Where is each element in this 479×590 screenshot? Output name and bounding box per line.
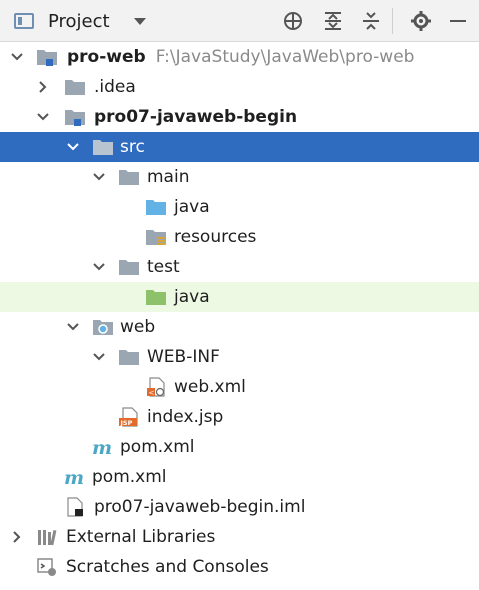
jsp-file-icon: JSP (119, 407, 138, 427)
chevron-right-icon[interactable] (10, 530, 24, 544)
view-title: Project (48, 10, 110, 32)
project-tool-window: Project pro-web F:\JavaStudy\JavaWeb\pro-… (0, 0, 479, 590)
svg-text:<: < (149, 389, 155, 397)
web-folder-icon (93, 320, 113, 335)
tree-item-label: java (174, 287, 210, 307)
hide-icon[interactable] (447, 10, 469, 32)
tree-item-label: web.xml (174, 377, 246, 397)
tree-item-test[interactable]: test (0, 252, 479, 282)
tree-item-label: src (120, 137, 145, 157)
project-view-icon (14, 13, 34, 29)
module-folder-icon (65, 110, 85, 126)
tree-item-root-pom[interactable]: m pom.xml (0, 462, 479, 492)
chevron-down-icon[interactable] (66, 140, 80, 154)
chevron-down-icon[interactable] (36, 110, 50, 124)
scratches-icon (37, 558, 56, 576)
tree-item-scratches[interactable]: Scratches and Consoles (0, 552, 479, 582)
tree-item-idea[interactable]: .idea (0, 72, 479, 102)
tree-item-external-libraries[interactable]: External Libraries (0, 522, 479, 552)
tree-item-label: resources (174, 227, 257, 247)
tree-item-module[interactable]: pro07-javaweb-begin (0, 102, 479, 132)
tree-item-label: pro-web F:\JavaStudy\JavaWeb\pro-web (67, 46, 414, 68)
tree-item-label: test (147, 257, 180, 277)
tree-item-label: java (174, 197, 210, 217)
tree-item-web-xml[interactable]: < web.xml (0, 372, 479, 402)
project-tree: pro-web F:\JavaStudy\JavaWeb\pro-web .ide… (0, 42, 479, 582)
tree-item-module-pom[interactable]: m pom.xml (0, 432, 479, 462)
chevron-down-icon[interactable] (92, 170, 106, 184)
root-name: pro-web (67, 47, 146, 67)
chevron-down-icon[interactable] (66, 320, 80, 334)
chevron-down-icon[interactable] (92, 260, 106, 274)
tree-item-main-java[interactable]: java (0, 192, 479, 222)
chevron-right-icon[interactable] (36, 80, 50, 94)
tree-item-pro-web[interactable]: pro-web F:\JavaStudy\JavaWeb\pro-web (0, 42, 479, 72)
tree-item-label: WEB-INF (147, 347, 220, 367)
folder-icon (119, 260, 139, 275)
tree-item-test-java[interactable]: java (0, 282, 479, 312)
tree-item-label: pro07-javaweb-begin (94, 107, 298, 127)
iml-file-icon (67, 497, 83, 517)
tree-item-iml[interactable]: pro07-javaweb-begin.iml (0, 492, 479, 522)
chevron-down-icon[interactable] (10, 50, 24, 64)
tree-item-label: pom.xml (120, 437, 195, 457)
tree-item-label: Scratches and Consoles (66, 557, 269, 577)
resources-folder-icon (146, 230, 166, 245)
locate-icon[interactable] (282, 10, 304, 32)
folder-icon (93, 140, 113, 155)
tree-item-resources[interactable]: resources (0, 222, 479, 252)
tree-item-label: External Libraries (66, 527, 216, 547)
tree-item-src[interactable]: src (0, 132, 479, 162)
svg-text:m: m (92, 437, 112, 457)
chevron-down-icon[interactable] (133, 17, 146, 25)
tree-item-label: pro07-javaweb-begin.iml (94, 497, 306, 517)
folder-icon (119, 350, 139, 365)
tree-item-label: .idea (94, 77, 136, 97)
collapse-all-icon[interactable] (360, 10, 382, 32)
maven-icon: m (64, 467, 84, 487)
root-path: F:\JavaStudy\JavaWeb\pro-web (155, 47, 415, 67)
svg-text:m: m (64, 467, 84, 487)
tree-item-label: index.jsp (147, 407, 224, 427)
xml-file-icon: < (147, 377, 165, 397)
expand-all-icon[interactable] (322, 10, 344, 32)
maven-icon: m (92, 437, 112, 457)
view-selector[interactable]: Project (14, 8, 146, 34)
tree-item-main[interactable]: main (0, 162, 479, 192)
gear-icon[interactable] (410, 10, 432, 32)
toolbar-divider (392, 8, 393, 34)
chevron-down-icon[interactable] (92, 350, 106, 364)
library-icon (38, 529, 57, 546)
folder-icon (119, 170, 139, 185)
test-folder-icon (146, 290, 166, 305)
module-folder-icon (37, 50, 57, 66)
project-header: Project (0, 0, 479, 42)
folder-icon (65, 80, 85, 95)
tree-item-index-jsp[interactable]: JSP index.jsp (0, 402, 479, 432)
tree-item-web[interactable]: web (0, 312, 479, 342)
source-folder-icon (146, 200, 166, 215)
tree-item-label: main (147, 167, 190, 187)
tree-item-label: web (120, 317, 156, 337)
tree-item-label: pom.xml (92, 467, 167, 487)
tree-item-web-inf[interactable]: WEB-INF (0, 342, 479, 372)
svg-text:JSP: JSP (120, 419, 133, 427)
